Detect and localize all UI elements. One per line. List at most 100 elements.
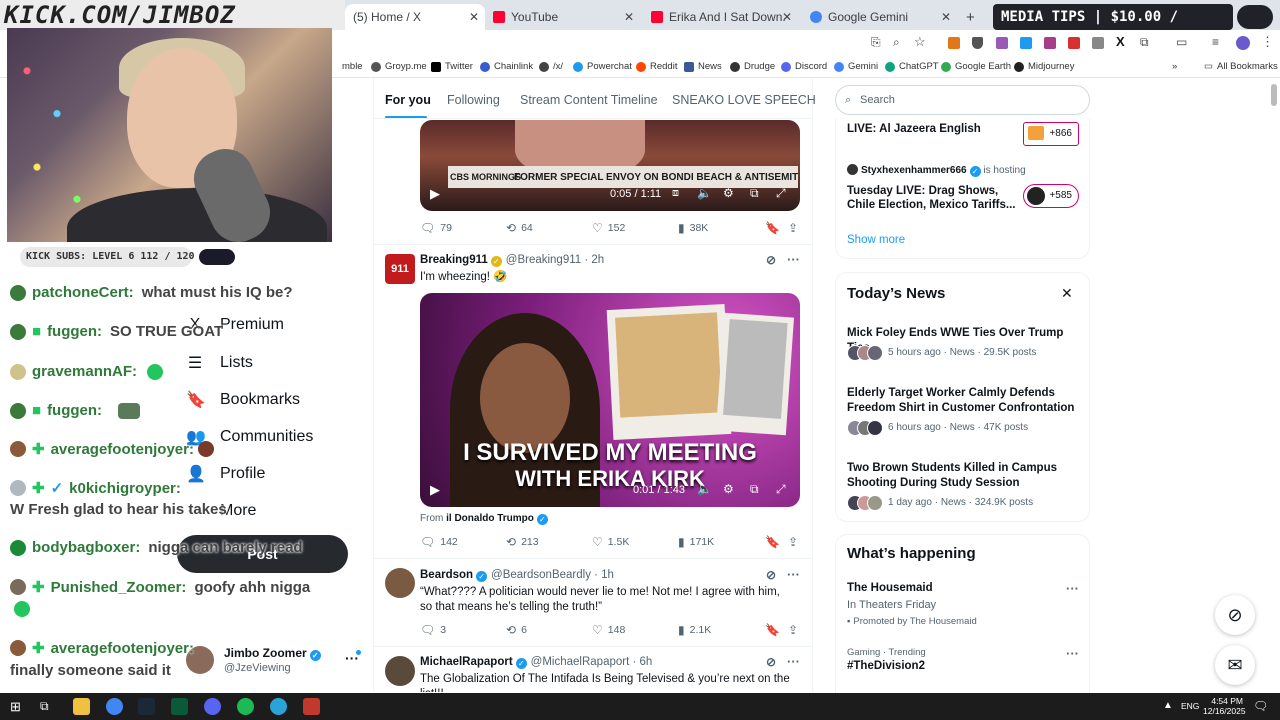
close-icon[interactable]: ✕ [624,10,634,24]
extension-icon[interactable] [1020,37,1032,49]
spotify-icon[interactable] [237,698,254,715]
tab-erika-video[interactable]: Erika And I Sat Down. Here's W ✕ [643,4,798,30]
pip-icon[interactable]: ⧉ [750,186,759,201]
like-button[interactable]: ♡ 1.5K [592,535,629,549]
close-icon[interactable]: ✕ [782,10,792,24]
nav-bookmarks[interactable]: 🔖 Bookmarks [186,390,300,410]
news-item-title[interactable]: Elderly Target Worker Calmly Defends Fre… [847,386,1082,416]
chrome-icon[interactable] [106,698,123,715]
trend-more-icon[interactable]: ··· [1066,646,1079,661]
account-switcher[interactable]: Jimbo Zoomer ✓ [224,646,321,661]
telegram-icon[interactable] [270,698,287,715]
tweet-more-icon[interactable]: ··· [787,654,800,669]
bookmark-item[interactable]: Discord [781,61,827,72]
task-view-icon[interactable]: ⧉ [40,699,49,714]
scrollbar[interactable] [1271,84,1277,106]
host-name[interactable]: Styxhexenhammer666 [861,165,967,176]
views-button[interactable]: ▮ 2.1K [678,623,711,637]
repost-button[interactable]: ⟲ 213 [506,535,539,549]
author-handle[interactable]: @MichaelRapaport · 6h [531,656,653,668]
language-indicator[interactable]: ENG [1181,701,1199,711]
fullscreen-icon[interactable]: ⤢ [776,186,786,201]
repost-button[interactable]: ⟲ 64 [506,221,533,235]
volume-icon[interactable]: 🔈 [697,482,712,496]
tab-x-home[interactable]: (5) Home / X ✕ [345,4,485,30]
views-button[interactable]: ▮ 171K [678,535,714,549]
video-player-breaking911[interactable]: I SURVIVED MY MEETING WITH ERIKA KIRK ▶ … [420,293,800,507]
repost-button[interactable]: ⟲ 6 [506,623,527,637]
bookmark-item[interactable]: News [684,61,722,72]
grok-icon[interactable]: ⊘ [766,568,776,582]
reply-button[interactable]: 🗨 142 [420,535,458,549]
nav-lists[interactable]: ☰ Lists [186,353,253,373]
extension-icon[interactable] [1068,37,1080,49]
author-name[interactable]: Breaking911 [420,254,488,266]
reply-button[interactable]: 🗨 79 [420,221,452,235]
tab-sneako[interactable]: SNEAKO LOVE SPEECH [672,93,816,107]
bookmark-item[interactable]: Groyp.me [371,61,427,72]
live-listeners-2[interactable]: +585 [1023,184,1079,208]
captions-icon[interactable]: ⧈ [672,187,679,200]
grok-icon[interactable]: ⊘ [766,655,776,669]
author-handle[interactable]: @Breaking911 · 2h [506,254,604,266]
live-title[interactable]: LIVE: Al Jazeera English [847,122,1017,136]
fullscreen-icon[interactable]: ⤢ [776,482,786,497]
play-icon[interactable]: ▶ [430,482,440,498]
downloads-icon[interactable]: ≡ [1212,35,1219,49]
discord-icon[interactable] [204,698,221,715]
tweet-more-icon[interactable]: ··· [787,252,800,267]
tab-youtube[interactable]: YouTube ✕ [485,4,640,30]
author-name[interactable]: MichaelRapaport [420,656,513,668]
like-button[interactable]: ♡ 152 [592,221,625,235]
grok-icon[interactable]: ⊘ [766,253,776,267]
tab-following[interactable]: Following [447,93,500,107]
shield-icon[interactable] [972,37,983,49]
settings-icon[interactable]: ⚙ [723,186,734,200]
sidepanel-icon[interactable]: ▭ [1176,35,1187,49]
messages-fab-icon[interactable]: ✉ [1215,645,1255,685]
grok-fab-icon[interactable]: ⊘ [1215,595,1255,635]
tab-for-you[interactable]: For you [385,93,431,107]
bookmark-item[interactable]: Google Earth [941,61,1011,72]
tab-stream-content[interactable]: Stream Content Timeline [520,93,658,107]
nav-profile[interactable]: 👤 Profile [186,464,265,484]
close-icon[interactable]: ✕ [469,10,479,24]
clock[interactable]: 4:54 PM 12/16/2025 [1203,696,1246,716]
profile-avatar-icon[interactable] [1236,36,1250,50]
reply-button[interactable]: 🗨 3 [420,623,446,637]
live-title[interactable]: Tuesday LIVE: Drag Shows, Chile Election… [847,184,1017,212]
like-button[interactable]: ♡ 148 [592,623,625,637]
bookmark-item[interactable]: mble [342,61,363,72]
puzzle-icon[interactable]: ⧉ [1140,35,1149,50]
share-button[interactable]: ⇪ [788,535,803,549]
bookmarks-overflow-chevron-icon[interactable]: » [1172,61,1177,72]
trend-tag[interactable]: #TheDivision2 [847,660,925,672]
bookmark-button[interactable]: 🔖 [765,535,785,549]
share-button[interactable]: ⇪ [788,221,803,235]
breaking911-avatar[interactable]: 911 [385,254,415,284]
extension-icon[interactable] [1092,37,1104,49]
extension-icon[interactable] [1044,37,1056,49]
bookmark-item[interactable]: Reddit [636,61,677,72]
search-input[interactable]: ⌕ Search [835,85,1090,115]
promo-title[interactable]: The Housemaid [847,582,933,594]
windows-start-icon[interactable]: ⊞ [10,699,21,715]
author-handle[interactable]: @BeardsonBeardly · 1h [491,569,614,581]
notifications-icon[interactable]: 🗨 [1253,699,1268,713]
menu-kebab-icon[interactable]: ⋮ [1261,34,1274,50]
x-icon[interactable]: X [1116,34,1125,49]
tweet-more-icon[interactable]: ··· [787,567,800,582]
show-more-link[interactable]: Show more [847,234,905,246]
tray-chevron-icon[interactable]: ▲ [1163,700,1173,711]
live-listeners-1[interactable]: +866 [1023,122,1079,146]
pip-icon[interactable]: ⧉ [750,482,759,497]
steam-icon[interactable] [138,698,155,715]
star-icon[interactable]: ☆ [914,34,926,50]
beardson-avatar[interactable] [385,568,415,598]
app-icon[interactable] [171,698,188,715]
bookmark-button[interactable]: 🔖 [765,221,785,235]
metamask-icon[interactable] [948,37,960,49]
bookmark-item[interactable]: Chainlink [480,61,533,72]
bookmark-item[interactable]: Drudge [730,61,775,72]
bookmark-item[interactable]: Twitter [431,61,473,72]
